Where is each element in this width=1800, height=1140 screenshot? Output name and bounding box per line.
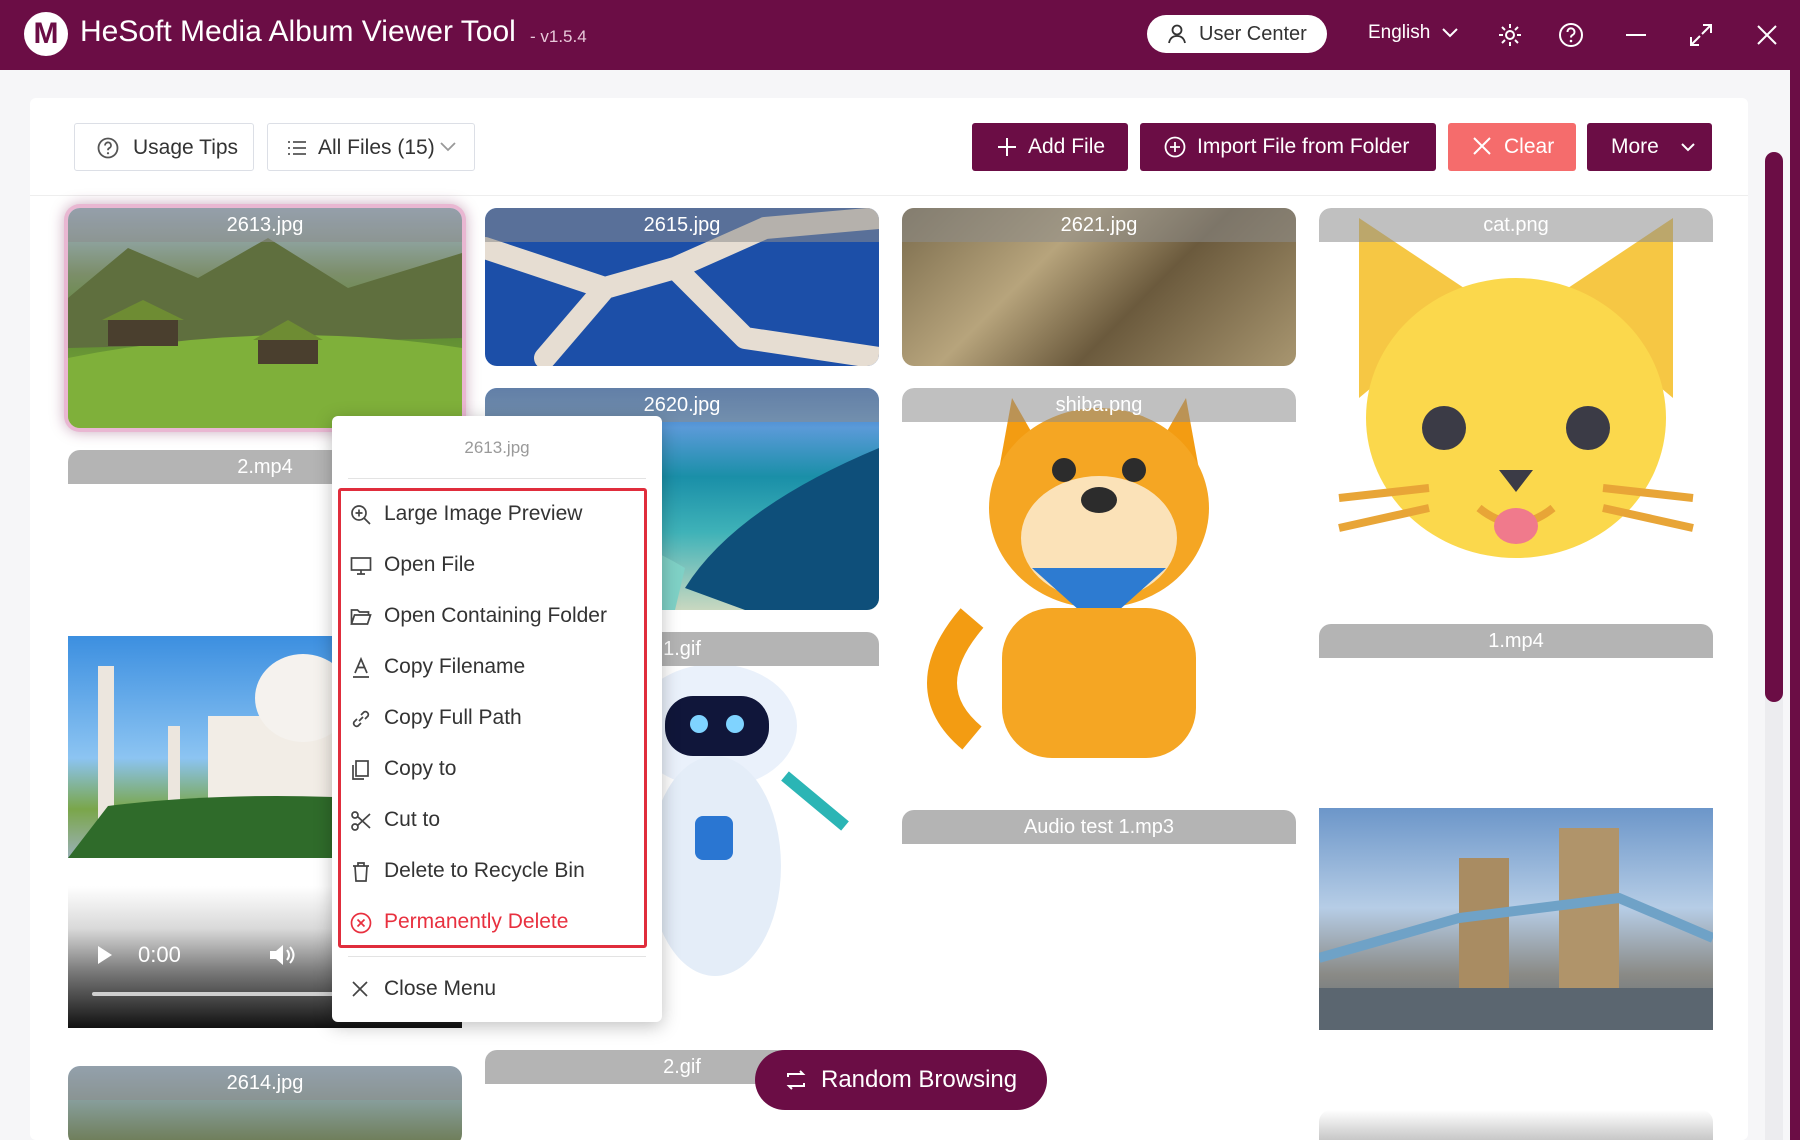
menu-item-label: Permanently Delete: [384, 910, 569, 933]
menu-item-label: Close Menu: [384, 977, 497, 1000]
volume-icon[interactable]: [268, 942, 296, 968]
thumbnail-2621[interactable]: 2621.jpg: [902, 208, 1296, 366]
minimize-icon[interactable]: [1623, 22, 1649, 48]
title-bar: M HeSoft Media Album Viewer Tool - v1.5.…: [0, 0, 1800, 70]
help-icon[interactable]: [1558, 22, 1584, 48]
shiba-image: [927, 398, 1209, 758]
tile-label: 1.mp4: [1319, 624, 1713, 658]
add-file-button[interactable]: Add File: [972, 123, 1128, 171]
cat-image: [1338, 218, 1694, 558]
chevron-down-icon: [440, 142, 456, 152]
question-circle-icon: [97, 137, 119, 159]
tile-label: Audio test 1.mp3: [902, 810, 1296, 844]
app-logo: M: [24, 12, 68, 56]
menu-item-delete-to-recycle-bin[interactable]: Delete to Recycle Bin: [346, 851, 646, 891]
content-panel: Usage Tips All Files (15) Add File Impor…: [30, 98, 1748, 1140]
menu-divider: [348, 478, 646, 479]
menu-item-copy-filename[interactable]: Copy Filename: [346, 647, 646, 687]
plus-icon: [998, 138, 1016, 156]
menu-item-label: Open Containing Folder: [384, 604, 607, 627]
thumbnail-shiba[interactable]: shiba.png: [902, 388, 1296, 788]
clear-button[interactable]: Clear: [1448, 123, 1576, 171]
maximize-icon[interactable]: [1688, 22, 1714, 48]
user-icon: [1168, 24, 1186, 44]
zoom-in-icon: [351, 505, 371, 525]
menu-item-label: Copy to: [384, 757, 457, 780]
usage-tips-button[interactable]: Usage Tips: [74, 123, 254, 171]
tile-label: 2621.jpg: [902, 208, 1296, 242]
menu-item-label: Delete to Recycle Bin: [384, 859, 585, 882]
menu-item-copy-to[interactable]: Copy to: [346, 749, 646, 789]
import-folder-button[interactable]: Import File from Folder: [1140, 123, 1436, 171]
all-files-dropdown[interactable]: All Files (15): [267, 123, 475, 171]
menu-item-label: Copy Filename: [384, 655, 526, 678]
list-icon: [288, 141, 306, 155]
more-label: More: [1611, 135, 1659, 158]
close-circle-icon: [350, 912, 372, 934]
link-icon: [352, 710, 370, 728]
menu-item-label: Open File: [384, 553, 476, 576]
menu-item-copy-full-path[interactable]: Copy Full Path: [346, 698, 646, 738]
shuffle-icon: [786, 1070, 806, 1090]
menu-item-label: Cut to: [384, 808, 441, 831]
thumbnail-tower-bridge[interactable]: [1319, 808, 1713, 1030]
tile-label: 2613.jpg: [68, 208, 462, 242]
copy-icon: [352, 760, 369, 780]
random-browsing-button[interactable]: Random Browsing: [755, 1050, 1047, 1110]
random-browsing-label: Random Browsing: [821, 1066, 1018, 1093]
close-icon[interactable]: [1754, 22, 1780, 48]
gear-icon[interactable]: [1497, 22, 1523, 48]
thumbnail-2614[interactable]: 2614.jpg: [68, 1066, 462, 1140]
menu-divider: [348, 956, 646, 957]
close-icon: [352, 981, 368, 997]
monitor-icon: [350, 557, 372, 575]
menu-item-label: Copy Full Path: [384, 706, 522, 729]
scissors-icon: [351, 811, 371, 831]
menu-item-open-containing-folder[interactable]: Open Containing Folder: [346, 596, 646, 636]
usage-tips-label: Usage Tips: [133, 136, 239, 159]
folder-open-icon: [350, 609, 372, 625]
tile-label: 2615.jpg: [485, 208, 879, 242]
thumbnail-2613[interactable]: 2613.jpg: [68, 208, 462, 428]
main-area: Usage Tips All Files (15) Add File Impor…: [0, 70, 1790, 1140]
toolbar-divider: [30, 195, 1748, 196]
menu-item-cut-to[interactable]: Cut to: [346, 800, 646, 840]
user-center-label: User Center: [1199, 23, 1307, 45]
clear-label: Clear: [1504, 135, 1555, 158]
more-dropdown[interactable]: More: [1587, 123, 1712, 171]
play-icon[interactable]: [96, 944, 114, 966]
plus-circle-icon: [1164, 136, 1186, 158]
add-file-label: Add File: [1028, 135, 1106, 158]
import-folder-label: Import File from Folder: [1197, 135, 1410, 158]
video-time: 0:00: [138, 942, 181, 967]
tile-label: cat.png: [1319, 208, 1713, 242]
app-title: HeSoft Media Album Viewer Tool: [80, 15, 516, 48]
app-version: - v1.5.4: [530, 27, 587, 46]
close-icon: [1473, 137, 1491, 155]
tile-label-partial: [1319, 1110, 1713, 1140]
thumbnail-cat[interactable]: cat.png: [1319, 208, 1713, 608]
trash-icon: [353, 862, 369, 882]
chevron-down-icon: [1681, 143, 1695, 152]
tile-label: shiba.png: [902, 388, 1296, 422]
menu-item-open-file[interactable]: Open File: [346, 545, 646, 585]
language-select[interactable]: English: [1368, 22, 1458, 44]
language-label: English: [1368, 22, 1431, 43]
menu-item-close-menu[interactable]: Close Menu: [346, 969, 646, 1009]
tile-label: 2614.jpg: [68, 1066, 462, 1100]
tower-bridge-image: [1319, 828, 1713, 1030]
context-menu: 2613.jpg Large Image Preview Open File O…: [332, 416, 662, 1022]
menu-item-permanently-delete[interactable]: Permanently Delete: [346, 902, 646, 942]
menu-item-label: Large Image Preview: [384, 502, 583, 525]
thumbnail-2615[interactable]: 2615.jpg: [485, 208, 879, 366]
context-menu-title: 2613.jpg: [464, 438, 530, 457]
all-files-label: All Files (15): [318, 136, 435, 159]
text-icon: [353, 657, 369, 678]
chevron-down-icon: [1441, 28, 1458, 38]
menu-item-large-image-preview[interactable]: Large Image Preview: [346, 494, 646, 534]
scrollbar[interactable]: [1765, 152, 1783, 1140]
user-center-button[interactable]: User Center: [1147, 15, 1327, 53]
scrollbar-thumb[interactable]: [1765, 152, 1783, 702]
